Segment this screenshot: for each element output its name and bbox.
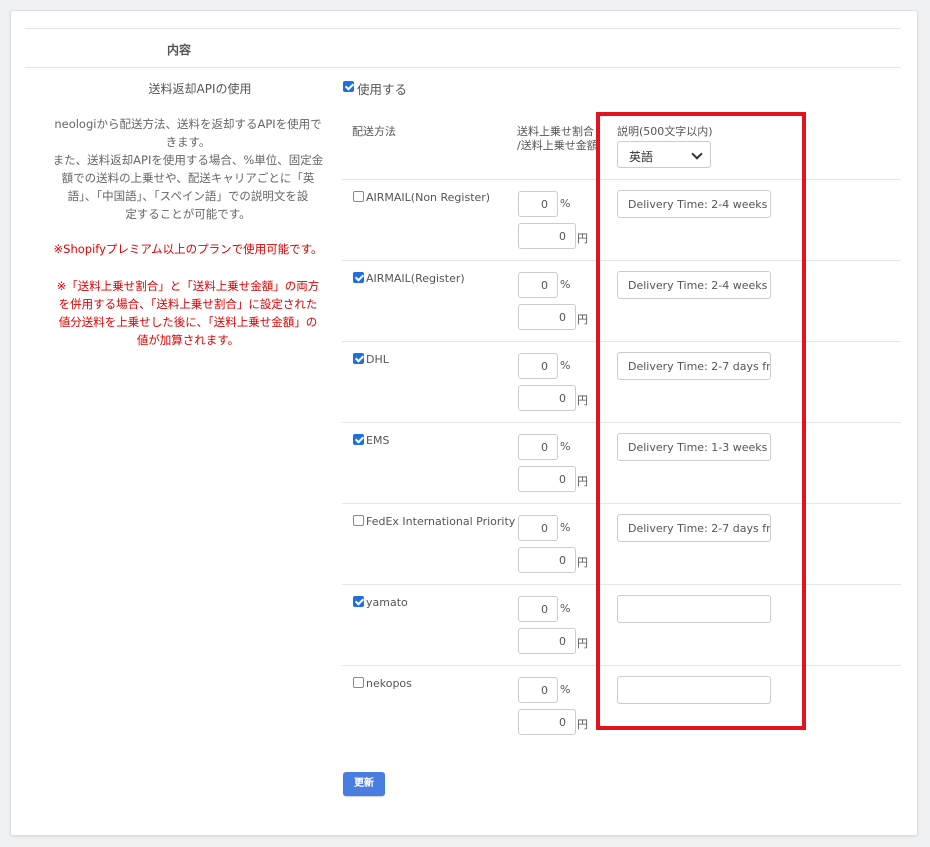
section-title: 送料返却APIの使用 (148, 82, 252, 96)
method-checkbox-ems[interactable] (353, 434, 364, 445)
description-line: neologiから配送方法、送料を返却するAPIを使用で (54, 117, 322, 131)
warning-line: ※「送料上乗せ割合」と「送料上乗せ金額」の両方 (56, 279, 320, 293)
surcharge-warning: ※「送料上乗せ割合」と「送料上乗せ金額」の両方 を併用する場合、「送料上乗せ割合… (47, 277, 329, 349)
percent-input[interactable]: 0 (518, 434, 558, 460)
warning-line: 値が加算されます。 (136, 333, 240, 347)
method-label: nekopos (366, 677, 412, 690)
settings-card: 内容 送料返却APIの使用 neologiから配送方法、送料を返却するAPIを使… (10, 10, 918, 836)
percent-unit: % (560, 521, 571, 534)
yen-unit: 円 (577, 556, 588, 569)
method-label: DHL (366, 353, 389, 366)
use-api-label: 使用する (357, 82, 408, 97)
yen-input[interactable]: 0 (518, 628, 576, 654)
description-line: 額での送料の上乗せや、配送キャリアごとに「英 (61, 171, 315, 185)
method-column-header: 配送方法 (352, 125, 396, 138)
highlight-box (596, 112, 806, 730)
yen-input[interactable]: 0 (518, 385, 576, 411)
yen-unit: 円 (577, 313, 588, 326)
percent-input[interactable]: 0 (518, 191, 558, 217)
method-label: yamato (366, 596, 408, 609)
description-line: 定することが可能です。 (125, 207, 251, 221)
method-label: AIRMAIL(Non Register) (366, 191, 491, 204)
warning-line: を併用する場合、「送料上乗せ割合」に設定された (58, 297, 318, 311)
update-button[interactable]: 更新 (343, 772, 385, 796)
yen-input[interactable]: 0 (518, 304, 576, 330)
premium-plan-note: ※Shopifyプレミアム以上のプランで使用可能です。 (53, 242, 323, 256)
method-checkbox-dhl[interactable] (353, 353, 364, 364)
yen-unit: 円 (577, 232, 588, 245)
yen-input[interactable]: 0 (518, 547, 576, 573)
percent-unit: % (560, 197, 571, 210)
yen-unit: 円 (577, 718, 588, 731)
percent-unit: % (560, 440, 571, 453)
yen-unit: 円 (577, 637, 588, 650)
method-label: EMS (366, 434, 390, 447)
method-label: FedEx International Priority (366, 515, 516, 528)
description-line: また、送料返却APIを使用する場合、%単位、固定金 (52, 153, 324, 167)
section-description: neologiから配送方法、送料を返却するAPIを使用で きます。 また、送料返… (47, 115, 329, 223)
yen-input[interactable]: 0 (518, 709, 576, 735)
method-checkbox-nekopos[interactable] (353, 677, 364, 688)
percent-input[interactable]: 0 (518, 353, 558, 379)
percent-input[interactable]: 0 (518, 596, 558, 622)
warning-line: 値分送料を上乗せした後に、「送料上乗せ金額」の (58, 315, 318, 329)
method-checkbox-airmail-non-register[interactable] (353, 191, 364, 202)
rate-header-line: /送料上乗せ金額 (517, 139, 597, 152)
yen-input[interactable]: 0 (518, 223, 576, 249)
yen-unit: 円 (577, 394, 588, 407)
table-top-border (25, 28, 901, 29)
percent-unit: % (560, 359, 571, 372)
percent-unit: % (560, 602, 571, 615)
use-api-checkbox[interactable] (343, 81, 354, 92)
description-line: 語」、「中国語」、「スペイン語」での説明文を設 (67, 189, 309, 203)
method-label: AIRMAIL(Register) (366, 272, 465, 285)
percent-input[interactable]: 0 (518, 515, 558, 541)
method-checkbox-fedex[interactable] (353, 515, 364, 526)
percent-input[interactable]: 0 (518, 677, 558, 703)
percent-unit: % (560, 278, 571, 291)
method-checkbox-airmail-register[interactable] (353, 272, 364, 283)
content-column-header: 内容 (167, 43, 192, 57)
method-checkbox-yamato[interactable] (353, 596, 364, 607)
yen-input[interactable]: 0 (518, 466, 576, 492)
table-header-border (25, 67, 901, 68)
yen-unit: 円 (577, 475, 588, 488)
description-line: きます。 (165, 135, 211, 149)
percent-input[interactable]: 0 (518, 272, 558, 298)
percent-unit: % (560, 683, 571, 696)
rate-column-header: 送料上乗せ割合 /送料上乗せ金額 (517, 125, 597, 153)
rate-header-line: 送料上乗せ割合 (517, 125, 594, 138)
